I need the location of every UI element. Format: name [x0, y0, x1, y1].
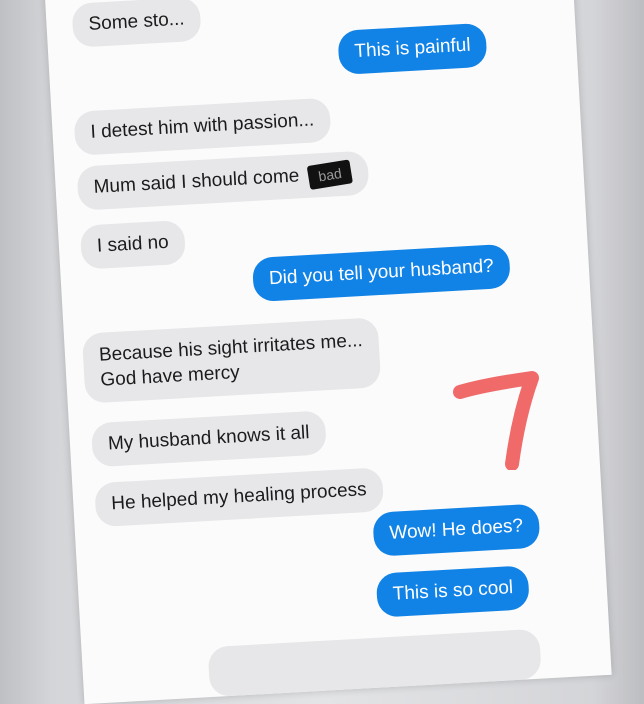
message-text: He helped my healing process [110, 479, 368, 515]
message-sent[interactable]: This is painful [337, 22, 488, 75]
message-received-partial[interactable] [207, 628, 542, 698]
message-text: I said no [96, 231, 170, 257]
message-text: This is so cool [392, 577, 514, 605]
message-received[interactable]: Because his sight irritates me... God ha… [81, 317, 382, 404]
message-text: Did you tell your husband? [268, 255, 495, 290]
chat-screen: Some sto... This is painful I detest him… [44, 0, 612, 704]
message-sent[interactable]: This is so cool [375, 565, 531, 618]
message-text: My husband knows it all [107, 422, 311, 455]
message-text: This is painful [353, 34, 472, 63]
redaction-mark: bad [306, 159, 354, 190]
red-annotation-mark [453, 371, 539, 470]
message-sent[interactable]: Wow! He does? [372, 503, 541, 557]
message-sent[interactable]: Did you tell your husband? [251, 243, 511, 303]
message-received[interactable]: I detest him with passion... [73, 97, 332, 156]
message-text: I detest him with passion... [90, 109, 315, 143]
message-text: Some sto... [87, 8, 186, 35]
message-received[interactable]: Some sto... [71, 0, 202, 48]
message-text: Mum said I should come [93, 165, 300, 198]
message-received[interactable]: Mum said I should come bad [76, 150, 370, 211]
message-text: Wow! He does? [388, 515, 524, 544]
message-received[interactable]: He helped my healing process [94, 467, 384, 528]
message-received[interactable]: My husband knows it all [90, 410, 327, 468]
message-received[interactable]: I said no [79, 219, 186, 270]
